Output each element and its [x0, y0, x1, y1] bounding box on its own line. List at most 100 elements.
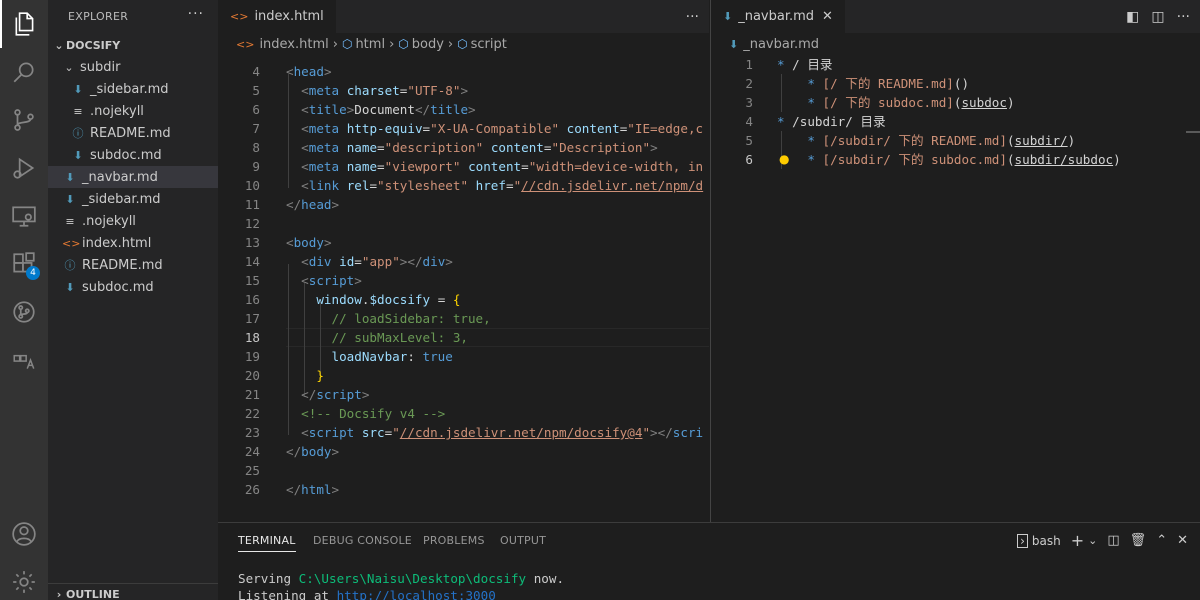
- tab-label: index.html: [254, 9, 324, 24]
- tab-debug-console[interactable]: DEBUG CONSOLE: [313, 523, 412, 558]
- line-number: 2: [745, 76, 753, 91]
- chevron-down-icon: ⌄: [64, 60, 74, 74]
- account-icon[interactable]: [0, 510, 48, 558]
- line-number: 12: [244, 216, 260, 231]
- line-number: 17: [244, 311, 260, 326]
- markdown-file-icon: ⬇: [73, 148, 83, 162]
- tree-item-label: subdoc.md: [90, 147, 162, 163]
- line-number: 9: [252, 159, 260, 174]
- tab-problems[interactable]: PROBLEMS: [423, 523, 485, 558]
- file-item[interactable]: ⓘ README.md: [48, 122, 218, 144]
- html-file-icon: <>: [236, 37, 255, 51]
- close-panel-icon[interactable]: ✕: [1177, 533, 1188, 548]
- terminal-output-line: Serving C:\Users\Naisu\Desktop\docsify n…: [238, 571, 565, 586]
- docker-icon[interactable]: [0, 336, 48, 384]
- tree-item-label: subdir: [80, 59, 121, 75]
- activity-bar: 4: [0, 0, 48, 600]
- file-item[interactable]: ⬇ _sidebar.md: [48, 188, 218, 210]
- line-number: 25: [244, 463, 260, 478]
- breadcrumb-script[interactable]: script: [471, 37, 507, 52]
- split-editor-icon[interactable]: ◫: [1151, 9, 1164, 25]
- tree-item-label: _navbar.md: [82, 169, 158, 185]
- tree-item-label: .nojekyll: [82, 213, 136, 229]
- tree-item-label: README.md: [82, 257, 163, 273]
- chevron-down-icon: ⌄: [54, 38, 64, 52]
- line-number: 10: [244, 178, 260, 193]
- symbol-element-icon: ⬡: [398, 37, 409, 51]
- markdown-file-icon: ⬇: [729, 37, 739, 51]
- outline-section[interactable]: › OUTLINE: [48, 583, 218, 600]
- git-graph-icon[interactable]: [0, 288, 48, 336]
- folder-item[interactable]: ⌄ subdir: [48, 56, 218, 78]
- terminal-output-line: Listening at http://localhost:3000: [238, 587, 496, 600]
- source-control-icon[interactable]: [0, 96, 48, 144]
- remote-explorer-icon[interactable]: [0, 192, 48, 240]
- markdown-file-icon: ⬇: [723, 10, 733, 23]
- workspace-root[interactable]: ⌄ DOCSIFY: [48, 34, 218, 56]
- file-item[interactable]: ⬇ subdoc.md: [48, 144, 218, 166]
- tab-terminal[interactable]: TERMINAL: [238, 523, 296, 558]
- line-number: 3: [745, 95, 753, 110]
- file-item[interactable]: <> index.html: [48, 232, 218, 254]
- code-editor-navbar-md[interactable]: 123456 * / 目录 * [/ 下的 README.md]() * [/ …: [711, 55, 1200, 522]
- file-item[interactable]: ⓘ README.md: [48, 254, 218, 276]
- settings-gear-icon[interactable]: [0, 558, 48, 600]
- line-number: 26: [244, 482, 260, 497]
- terminal-shell-label[interactable]: bash: [1032, 534, 1061, 548]
- tab-index-html[interactable]: <> index.html: [218, 0, 336, 33]
- chevron-right-icon: ›: [56, 588, 62, 600]
- new-terminal-icon[interactable]: +: [1071, 531, 1084, 550]
- tree-item-label: .nojekyll: [90, 103, 144, 119]
- line-number: 5: [745, 133, 753, 148]
- terminal-shell-icon: ›: [1017, 533, 1028, 548]
- chevron-right-icon: ›: [332, 36, 338, 52]
- tab-label: _navbar.md: [738, 9, 815, 24]
- chevron-down-icon[interactable]: ⌄: [1088, 534, 1097, 547]
- chevron-right-icon: ›: [389, 36, 395, 52]
- open-preview-icon[interactable]: ◧: [1126, 9, 1139, 25]
- symbol-element-icon: ⬡: [341, 37, 353, 51]
- html-file-icon: <>: [62, 236, 81, 250]
- line-number: 23: [244, 425, 260, 440]
- tab-navbar-md[interactable]: ⬇ _navbar.md ✕: [711, 0, 845, 33]
- breadcrumb-file[interactable]: index.html: [259, 37, 328, 52]
- file-item[interactable]: ≡ .nojekyll: [48, 100, 218, 122]
- breadcrumb-body[interactable]: body: [412, 37, 444, 52]
- outline-label: OUTLINE: [66, 588, 120, 600]
- split-terminal-icon[interactable]: ◫: [1107, 533, 1119, 548]
- search-icon[interactable]: [0, 48, 48, 96]
- explorer-more-actions-icon[interactable]: ···: [188, 6, 204, 22]
- file-item[interactable]: ⬇ _sidebar.md: [48, 78, 218, 100]
- code-editor-index-html[interactable]: 4 5 6 7 8 9 10 11 12 13 14 15 16 17 18 19 20 21 22 23 24 25 26…: [218, 55, 709, 522]
- file-item[interactable]: ≡ .nojekyll: [48, 210, 218, 232]
- file-item[interactable]: ⬇ _navbar.md: [48, 166, 218, 188]
- line-number: 13: [244, 235, 260, 250]
- close-icon[interactable]: ✕: [822, 9, 833, 24]
- localhost-link[interactable]: http://localhost:3000: [337, 588, 496, 600]
- breadcrumb-file[interactable]: _navbar.md: [743, 37, 819, 52]
- editor-group-right: ⬇ _navbar.md ✕ ◧ ◫ ··· ⬇ _navbar.md 1 2 3 4…: [710, 0, 1200, 522]
- lightbulb-icon[interactable]: ●: [779, 150, 789, 169]
- tab-bar: ⬇ _navbar.md ✕ ◧ ◫ ···: [711, 0, 1200, 33]
- breadcrumb-html[interactable]: html: [355, 37, 385, 52]
- line-number: 16: [244, 292, 260, 307]
- editor-more-actions-icon[interactable]: ···: [686, 9, 699, 25]
- line-number: 1: [745, 57, 753, 72]
- line-number: 21: [244, 387, 260, 402]
- extensions-icon[interactable]: 4: [0, 240, 48, 288]
- line-number: 18: [244, 330, 260, 345]
- line-number: 4: [252, 64, 260, 79]
- line-number: 6: [252, 102, 260, 117]
- trash-icon[interactable]: 🗑: [1130, 533, 1147, 548]
- tree-item-label: README.md: [90, 125, 171, 141]
- explorer-icon[interactable]: [0, 0, 48, 48]
- markdown-file-icon: ⬇: [73, 82, 83, 96]
- editor-more-actions-icon[interactable]: ···: [1177, 9, 1190, 25]
- markdown-file-icon: ⬇: [65, 192, 75, 206]
- bottom-panel: TERMINAL DEBUG CONSOLE PROBLEMS OUTPUT ›…: [218, 522, 1200, 600]
- maximize-panel-icon[interactable]: ⌃: [1156, 533, 1167, 548]
- scrollbar-marker: [1186, 131, 1200, 133]
- run-debug-icon[interactable]: [0, 144, 48, 192]
- tab-output[interactable]: OUTPUT: [500, 523, 546, 558]
- file-item[interactable]: ⬇ subdoc.md: [48, 276, 218, 298]
